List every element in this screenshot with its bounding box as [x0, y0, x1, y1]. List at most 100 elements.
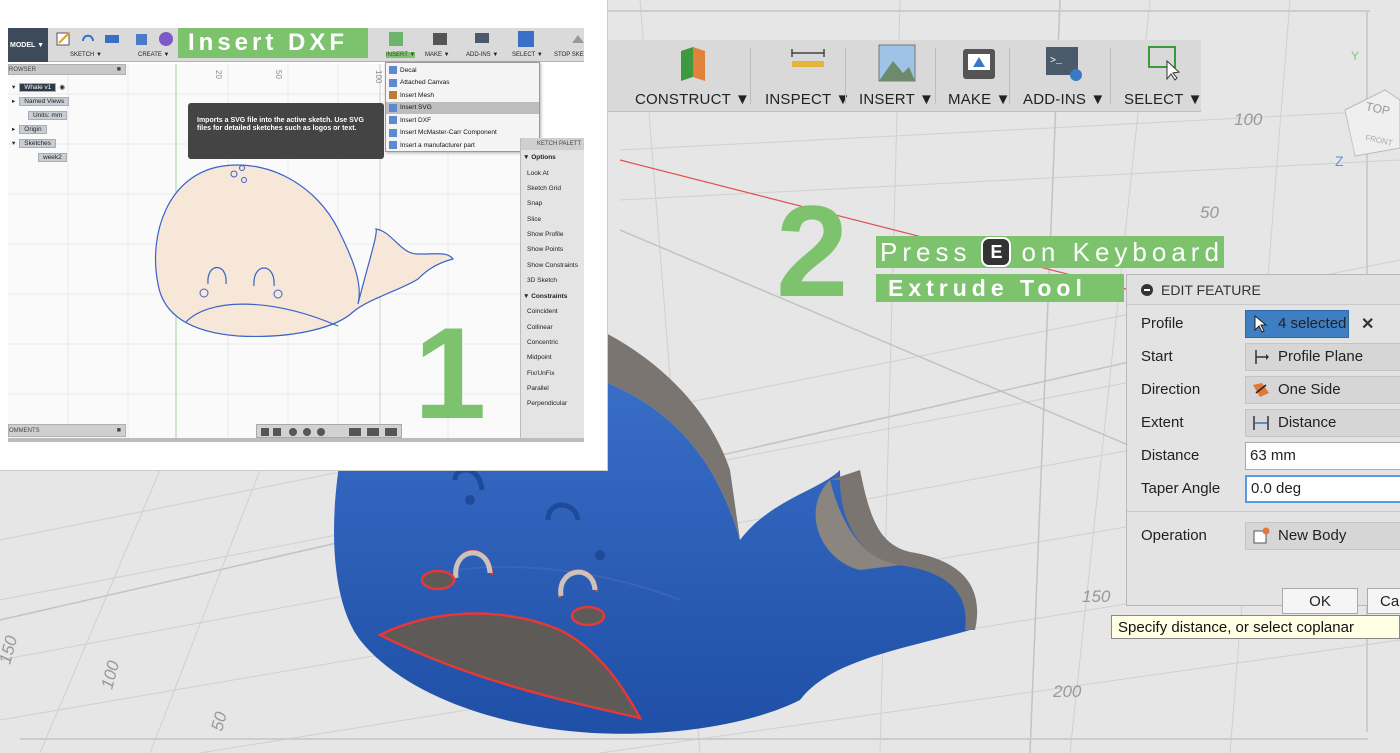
extent-label: Extent	[1141, 414, 1184, 431]
toolbar-add-ins[interactable]: >_ ADD-INS ▼	[1023, 40, 1105, 112]
browser-item-label: Origin	[19, 124, 47, 134]
canvas-icon	[389, 78, 397, 87]
palette-constraint[interactable]: Perpendicular	[527, 400, 567, 407]
palette-option[interactable]: 3D Sketch	[527, 277, 557, 284]
navigation-bar[interactable]	[256, 424, 402, 438]
ruler-label: 100	[374, 70, 383, 84]
menu-item-label: Decal	[400, 66, 417, 74]
palette-option[interactable]: Show Constraints	[527, 262, 578, 269]
menu-item-attached-canvas[interactable]: Attached Canvas	[386, 77, 539, 90]
select-small-icon	[518, 31, 534, 47]
model-workspace-button[interactable]: MODEL ▼	[8, 28, 48, 62]
construct-icon	[680, 47, 705, 81]
palette-constraint[interactable]: Midpoint	[527, 354, 552, 361]
inset-toolbar-select[interactable]: SELECT ▼	[512, 52, 543, 58]
palette-option[interactable]: Show Profile	[527, 231, 564, 238]
ok-button[interactable]: OK	[1282, 588, 1358, 614]
distance-input[interactable]: 63 mm	[1245, 441, 1400, 470]
one-side-icon	[1253, 382, 1269, 397]
palette-options-section[interactable]: ▼ Options	[523, 154, 556, 161]
browser-item-origin[interactable]: ▸ Origin	[12, 124, 47, 134]
grid-label: 50	[208, 709, 231, 733]
browser-item-root[interactable]: ▾ Whale v1 ◉	[12, 82, 65, 92]
extent-dropdown[interactable]: Distance	[1245, 408, 1400, 437]
menu-item-decal[interactable]: Decal	[386, 64, 539, 77]
svg-text:>_: >_	[1050, 56, 1063, 67]
palette-option[interactable]: Sketch Grid	[527, 185, 561, 192]
direction-value: One Side	[1278, 381, 1341, 398]
toolbar-separator	[845, 48, 846, 104]
menu-item-insert-mesh[interactable]: Insert Mesh	[386, 89, 539, 102]
browser-item-label: Whale v1	[19, 82, 57, 92]
palette-constraints-section[interactable]: ▼ Constraints	[523, 293, 567, 300]
palette-constraint[interactable]: Coincident	[527, 308, 558, 315]
pin-icon[interactable]: ■	[117, 427, 121, 434]
browser-item-sketches[interactable]: ▾ Sketches	[12, 138, 57, 148]
radio-icon[interactable]: ◉	[59, 83, 65, 91]
edit-feature-header[interactable]: EDIT FEATURE	[1127, 275, 1400, 305]
sketch-palette-header[interactable]: KETCH PALETT	[521, 138, 584, 150]
direction-dropdown[interactable]: One Side	[1245, 375, 1400, 404]
axis-y-label: Y	[1351, 49, 1359, 63]
browser-item-units[interactable]: Units: mm	[28, 110, 68, 120]
cursor-arrow-icon	[1254, 314, 1268, 333]
clear-selection-icon[interactable]: ✕	[1361, 314, 1374, 334]
inset-toolbar-stop-sketch[interactable]: STOP SKE	[554, 52, 584, 58]
browser-header[interactable]: ROWSER ■	[8, 64, 126, 75]
dxf-icon	[389, 116, 397, 125]
toolbar-construct[interactable]: CONSTRUCT ▼	[635, 40, 750, 112]
grid-label: 100	[1234, 110, 1263, 129]
inset-toolbar-sketch[interactable]: SKETCH ▼	[70, 52, 102, 58]
menu-item-insert-dxf[interactable]: Insert DXF	[386, 114, 539, 127]
expand-icon[interactable]: ▾	[12, 139, 15, 147]
direction-row: Direction One Side	[1127, 373, 1400, 406]
main-toolbar: CONSTRUCT ▼ INSPECT ▼ INSERT ▼ MAKE ▼ >_…	[605, 40, 1203, 112]
browser-item-named-views[interactable]: ▸ Named Views	[12, 96, 70, 106]
palette-option[interactable]: Slice	[527, 216, 541, 223]
toolbar-select[interactable]: SELECT ▼	[1124, 40, 1203, 112]
pin-icon[interactable]: ■	[117, 66, 121, 73]
expand-icon[interactable]: ▾	[12, 83, 15, 91]
palette-option[interactable]: Look At	[527, 170, 549, 177]
collapse-arrow-icon[interactable]: ▸	[12, 97, 15, 105]
toolbar-insert[interactable]: INSERT ▼	[859, 40, 934, 112]
palette-constraint[interactable]: Collinear	[527, 324, 553, 331]
palette-option[interactable]: Show Points	[527, 246, 563, 253]
inset-toolbar-create[interactable]: CREATE ▼	[138, 52, 170, 58]
taper-angle-row: Taper Angle 0.0 deg	[1127, 472, 1400, 505]
toolbar-separator	[1009, 48, 1010, 104]
toolbar-inspect-label: INSPECT ▼	[765, 91, 851, 108]
menu-item-manufacturer-part[interactable]: Insert a manufacturer part	[386, 139, 539, 152]
comments-panel[interactable]: OMMENTS ■	[8, 424, 126, 437]
inset-toolbar-make[interactable]: MAKE ▼	[425, 52, 450, 58]
toolbar-select-label: SELECT ▼	[1124, 91, 1203, 108]
toolbar-inspect[interactable]: INSPECT ▼	[765, 40, 851, 112]
inset-toolbar-insert[interactable]: INSERT ▼	[386, 52, 416, 58]
collapse-arrow-icon[interactable]: ▸	[12, 125, 15, 133]
cancel-button[interactable]: Ca	[1367, 588, 1400, 614]
taper-angle-input[interactable]: 0.0 deg	[1245, 474, 1400, 503]
palette-constraint[interactable]: Fix/UnFix	[527, 370, 554, 377]
palette-option[interactable]: Snap	[527, 200, 542, 207]
menu-item-mcmaster[interactable]: Insert McMaster-Carr Component	[386, 127, 539, 140]
palette-constraint[interactable]: Parallel	[527, 385, 549, 392]
grid-label: 50	[1200, 203, 1219, 222]
browser-item-label: Sketches	[19, 138, 57, 148]
palette-constraint[interactable]: Concentric	[527, 339, 558, 346]
profile-select-button[interactable]: 4 selected	[1245, 309, 1349, 338]
step-2-number: 2	[776, 178, 849, 324]
browser-item-label: Named Views	[19, 96, 70, 106]
browser-item-sketch-week2[interactable]: week2	[38, 152, 67, 162]
inspect-icon	[791, 49, 825, 67]
add-ins-icon: >_	[1046, 47, 1083, 81]
start-dropdown[interactable]: Profile Plane	[1245, 342, 1400, 371]
menu-item-insert-svg[interactable]: Insert SVG	[386, 101, 539, 114]
grid-label: 100	[98, 658, 124, 691]
inset-toolbar-add-ins[interactable]: ADD-INS ▼	[466, 52, 498, 58]
extrude-tool-label: Extrude Tool	[876, 274, 1124, 302]
ruler-label: 50	[274, 70, 283, 79]
operation-dropdown[interactable]: New Body	[1245, 521, 1400, 550]
collapse-icon[interactable]	[1141, 283, 1153, 296]
view-cube[interactable]: TOP FRONT Y Z	[1335, 48, 1400, 178]
toolbar-make[interactable]: MAKE ▼	[948, 40, 1011, 112]
